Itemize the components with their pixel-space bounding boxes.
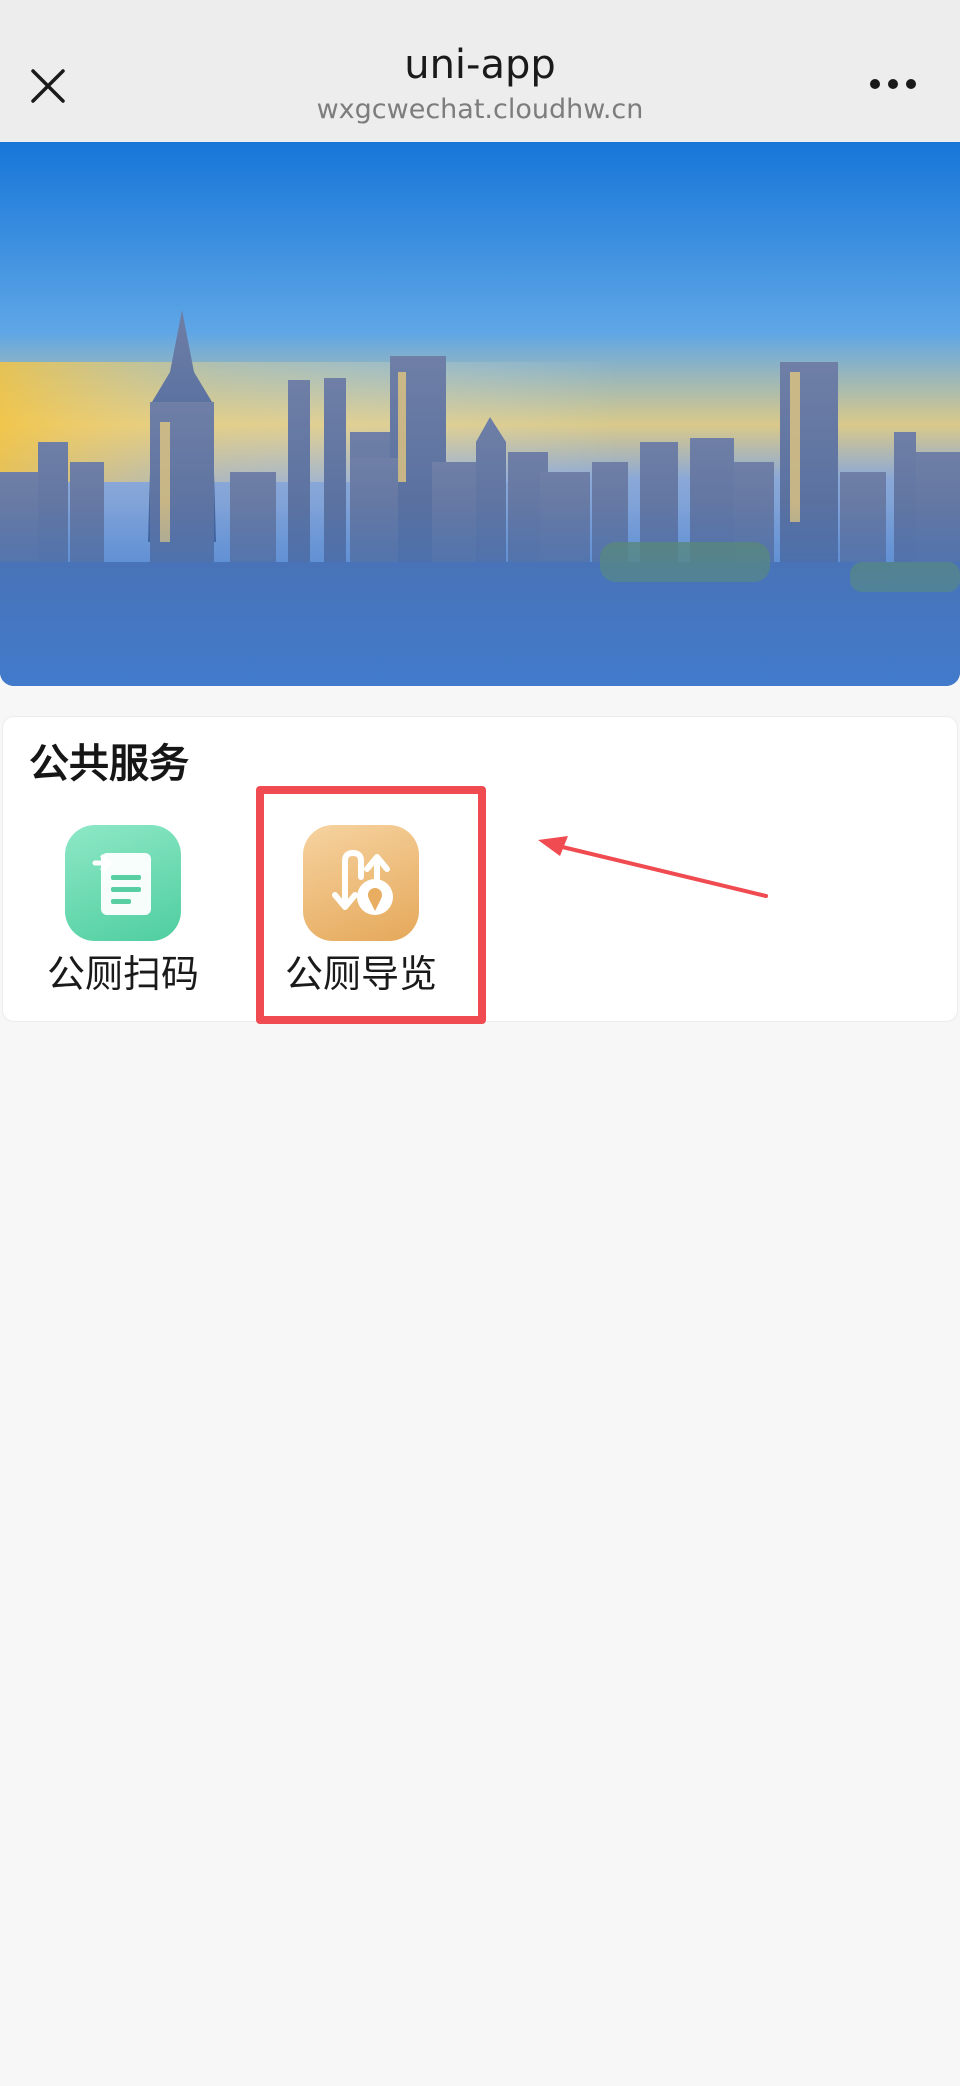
section-title: 公共服务 [29,741,189,787]
city-skyline-image [0,142,960,686]
page: uni-app wxgcwechat.cloudhw.cn 公共服务 公厕扫码 … [0,0,960,2086]
close-icon [31,69,65,103]
service-label: 公厕扫码 [46,952,199,996]
more-dots-icon [870,79,916,89]
scan-document-icon [65,825,181,941]
more-button[interactable] [858,62,928,106]
service-toilet-scan[interactable]: 公厕扫码 [43,825,203,1011]
page-domain: wxgcwechat.cloudhw.cn [316,94,644,125]
nav-title-group: uni-app wxgcwechat.cloudhw.cn [180,40,780,128]
page-title: uni-app [404,42,556,88]
close-button[interactable] [22,60,74,112]
city-skyline-banner[interactable] [0,142,960,686]
annotation-highlight-box [256,786,486,1024]
annotation-arrow-icon [538,836,768,898]
navigation-bar: uni-app wxgcwechat.cloudhw.cn [0,0,960,142]
